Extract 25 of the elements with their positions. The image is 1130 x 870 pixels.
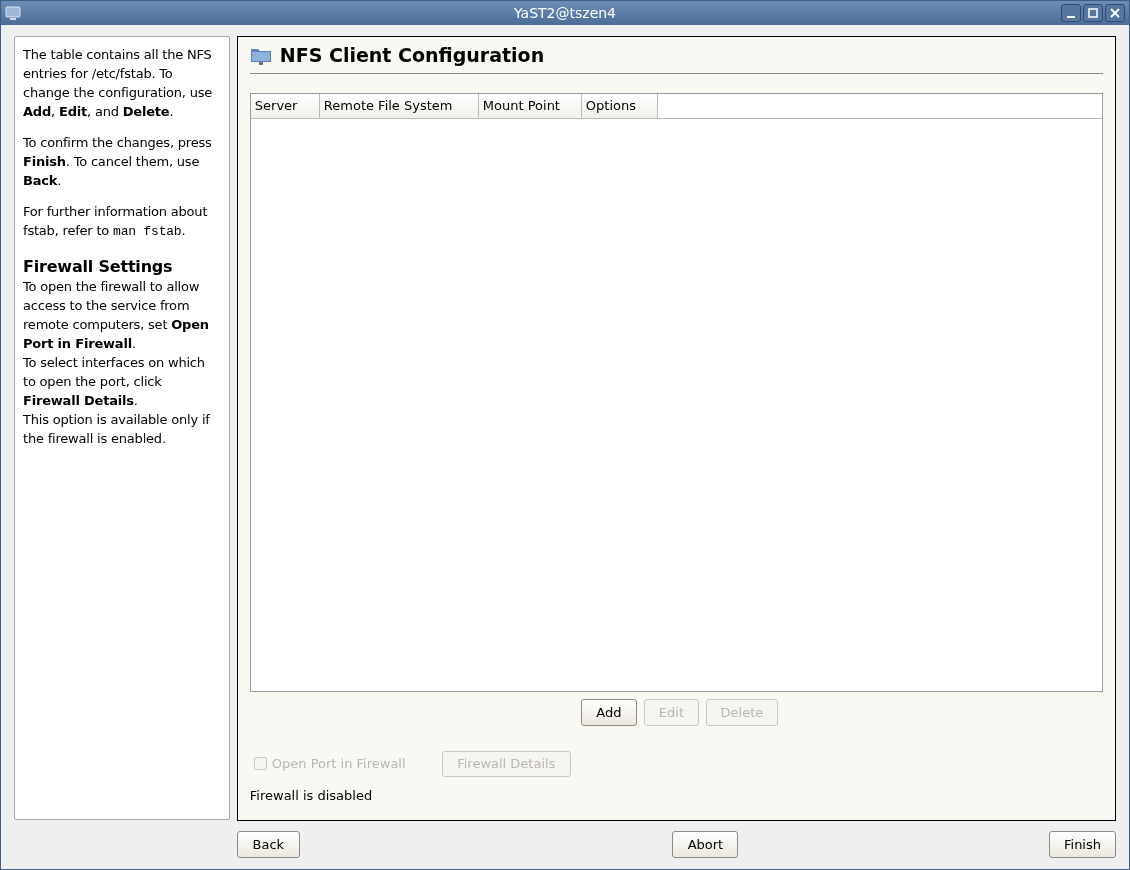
- page-title: NFS Client Configuration: [279, 43, 545, 69]
- back-button[interactable]: Back: [236, 831, 300, 858]
- add-button[interactable]: Add: [580, 699, 637, 726]
- help-paragraph: The table contains all the NFS entries for /etc/fstab. To change the configuration, use Add, Edit, and Delete.: [23, 46, 214, 121]
- minimize-button[interactable]: [1061, 4, 1081, 22]
- help-paragraph: For further information about fstab, refer to man fstab.: [23, 203, 209, 241]
- close-icon: [1110, 8, 1120, 18]
- help-paragraph: To confirm the changes, press Finish. To cancel them, use Back.: [23, 134, 213, 190]
- column-header[interactable]: Mount Point: [478, 94, 582, 118]
- help-paragraph: This option is available only if the firewall is enabled.: [23, 411, 211, 448]
- window-icon: [5, 5, 21, 21]
- help-heading: Firewall Settings: [23, 257, 174, 277]
- help-paragraph: To select interfaces on which to open the port, click Firewall Details.: [23, 354, 206, 410]
- column-header[interactable]: Options: [581, 94, 658, 118]
- maximize-icon: [1088, 8, 1098, 18]
- abort-button[interactable]: Abort: [672, 831, 739, 858]
- firewall-status: Firewall is disabled: [249, 787, 373, 804]
- maximize-button[interactable]: [1083, 4, 1103, 22]
- window-title: YaST2@tszen4: [512, 3, 618, 23]
- column-header[interactable]: Server: [250, 94, 320, 118]
- help-paragraph: To open the firewall to allow access to the service from remote computers, set Open Port in Firewall.: [23, 278, 210, 353]
- minimize-icon: [1067, 15, 1075, 18]
- column-header[interactable]: Remote File System: [319, 94, 479, 118]
- finish-button[interactable]: Finish: [1049, 831, 1116, 858]
- close-button[interactable]: [1105, 4, 1125, 22]
